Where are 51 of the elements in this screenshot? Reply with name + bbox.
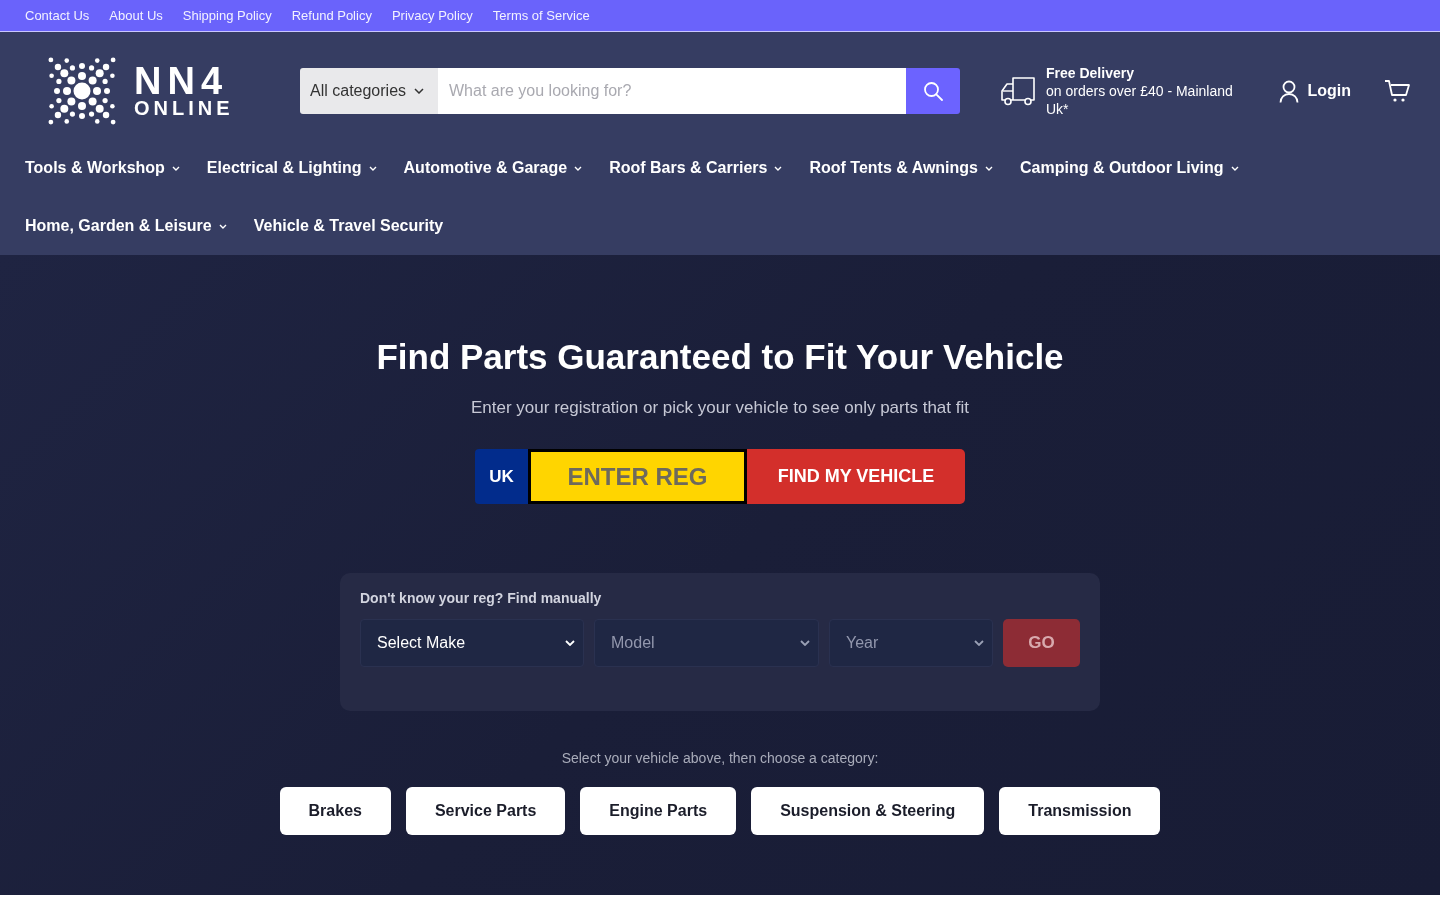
top-link[interactable]: About Us bbox=[109, 7, 163, 24]
nav-menu-item[interactable]: Home, Garden & Leisure bbox=[25, 197, 227, 255]
category-hint: Select your vehicle above, then choose a category: bbox=[561, 749, 879, 767]
top-link[interactable]: Contact Us bbox=[25, 7, 90, 24]
category-button[interactable]: Suspension & Steering bbox=[751, 787, 985, 835]
top-link[interactable]: Terms of Service bbox=[492, 7, 590, 24]
nav-menu-item[interactable]: Electrical & Lighting bbox=[206, 139, 377, 197]
category-button[interactable]: Transmission bbox=[999, 787, 1161, 835]
chevron-down-icon bbox=[574, 165, 583, 171]
chevron-down-icon bbox=[414, 88, 425, 94]
chevron-down-icon bbox=[774, 165, 783, 171]
cart-icon bbox=[1384, 79, 1410, 103]
vehicle-dropdown[interactable]: Select Make bbox=[360, 619, 584, 667]
nav-menu-item[interactable]: Automotive & Garage bbox=[403, 139, 583, 197]
category-dropdown[interactable]: All categories bbox=[300, 68, 438, 114]
chevron-down-icon bbox=[974, 640, 984, 646]
top-link[interactable]: Shipping Policy bbox=[182, 7, 272, 24]
logo-subtext: ONLINE bbox=[134, 98, 234, 118]
chevron-down-icon bbox=[368, 165, 377, 171]
logo-text: NN4 bbox=[134, 64, 230, 98]
nav-menu-item[interactable]: Vehicle & Travel Security bbox=[253, 197, 444, 255]
category-button[interactable]: Brakes bbox=[279, 787, 391, 835]
chevron-down-icon bbox=[985, 165, 993, 171]
nav-menu-item[interactable]: Tools & Workshop bbox=[25, 139, 180, 197]
delivery-text: on orders over £40 - Mainland Uk* bbox=[1046, 82, 1234, 118]
chevron-down-icon bbox=[565, 640, 575, 646]
country-badge: UK bbox=[475, 449, 528, 504]
user-icon bbox=[1279, 79, 1300, 103]
login-link[interactable]: Login bbox=[1279, 79, 1351, 103]
hero-heading: Find Parts Guaranteed to Fit Your Vehicle bbox=[376, 336, 1064, 378]
delivery-title: Free Delivery bbox=[1046, 64, 1135, 82]
truck-icon bbox=[1000, 76, 1036, 106]
search-button[interactable] bbox=[906, 68, 960, 114]
chevron-down-icon bbox=[218, 223, 227, 229]
category-button[interactable]: Engine Parts bbox=[580, 787, 737, 835]
nav-menu-item[interactable]: Roof Tents & Awnings bbox=[809, 139, 993, 197]
nav-menu-item[interactable]: Camping & Outdoor Living bbox=[1020, 139, 1239, 197]
top-link[interactable]: Privacy Policy bbox=[391, 7, 473, 24]
nav-menu-item[interactable]: Roof Bars & Carriers bbox=[609, 139, 783, 197]
hero-subheading: Enter your registration or pick your vehicle to see only parts that fit bbox=[471, 397, 969, 419]
chevron-down-icon bbox=[171, 165, 180, 171]
top-link[interactable]: Refund Policy bbox=[291, 7, 372, 24]
cart-button[interactable] bbox=[1384, 79, 1410, 103]
chevron-down-icon bbox=[800, 640, 810, 646]
manual-search-label: Don't know your reg? Find manually bbox=[360, 589, 602, 607]
chevron-down-icon bbox=[1230, 165, 1239, 171]
reg-input-field[interactable]: ENTER REG bbox=[528, 449, 747, 504]
category-button[interactable]: Service Parts bbox=[405, 787, 566, 835]
search-field[interactable]: What are you looking for? bbox=[438, 68, 906, 114]
find-vehicle-button[interactable]: FIND MY VEHICLE bbox=[747, 449, 965, 504]
search-icon bbox=[923, 81, 943, 101]
